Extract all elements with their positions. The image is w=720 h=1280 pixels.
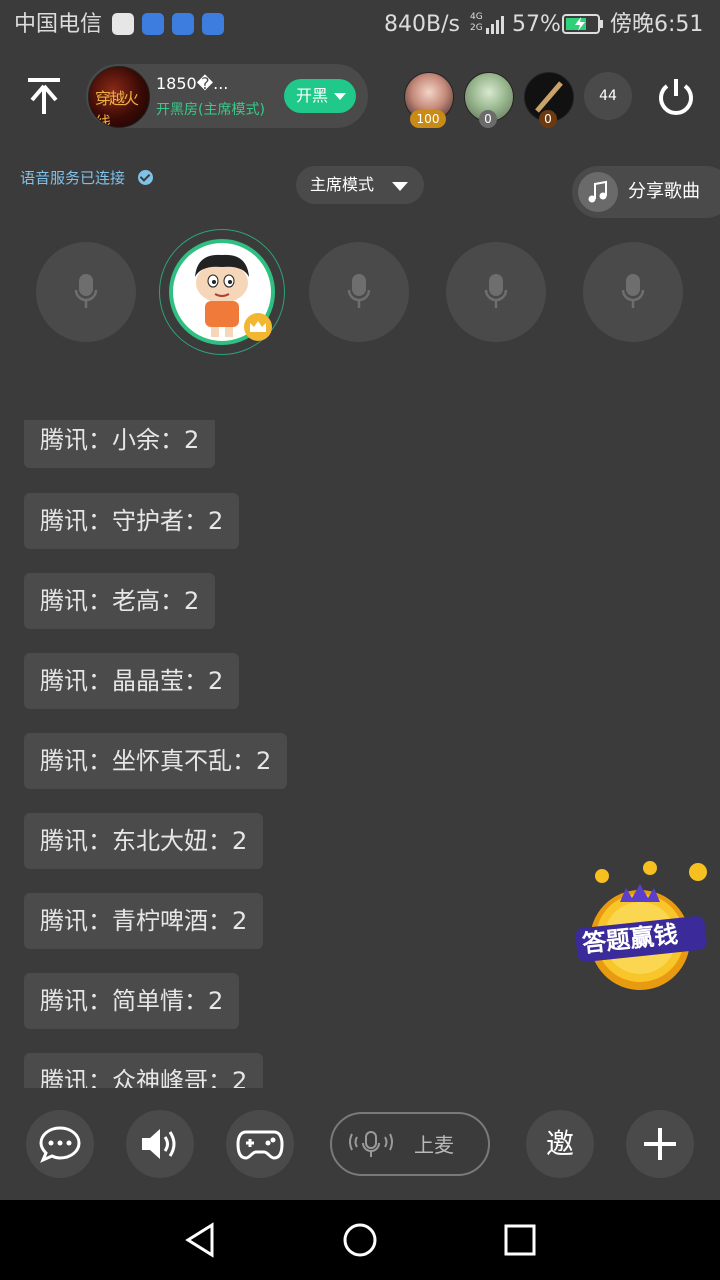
carrier-name: 中国电信: [14, 12, 103, 37]
game-button[interactable]: [226, 1110, 294, 1178]
baidu-paw-icon: [142, 13, 164, 35]
invite-button[interactable]: 邀: [526, 1110, 594, 1178]
speaker-icon: [142, 1129, 176, 1159]
baidu-paw-icon: [172, 13, 194, 35]
mic-seat[interactable]: [36, 242, 136, 342]
mic-seat[interactable]: [583, 242, 683, 342]
chat-message-text: 腾讯：小余：2: [40, 426, 200, 454]
check-icon: [138, 170, 153, 185]
quiz-win-money-button[interactable]: 答题赢钱: [566, 858, 716, 998]
chat-message: 腾讯：东北大妞：2: [24, 813, 264, 869]
audience-level-badge: 0: [479, 110, 497, 128]
chat-bubble-icon: [39, 1126, 81, 1163]
power-icon[interactable]: [656, 76, 696, 118]
microphone-icon: [349, 1131, 393, 1157]
speaker-button[interactable]: [126, 1110, 194, 1178]
recents-square-icon[interactable]: [504, 1224, 536, 1256]
chat-message: 腾讯：简单情：2: [24, 973, 240, 1029]
chat-button[interactable]: [26, 1110, 94, 1178]
chat-message-text: 腾讯：老高：2: [40, 587, 200, 615]
invite-label: 邀: [545, 1127, 574, 1160]
on-mic-button[interactable]: 上麦: [330, 1112, 490, 1176]
chevron-down-icon: [392, 182, 408, 191]
more-button[interactable]: [626, 1110, 694, 1178]
status-bar: 中国电信 840B/s 4G 2G 57% 傍晚6:51: [0, 0, 720, 50]
battery-percent: 57%: [512, 12, 561, 37]
plus-icon: [644, 1128, 676, 1160]
chat-message: 腾讯：坐怀真不乱：2: [24, 733, 288, 789]
back-triangle-icon[interactable]: [184, 1222, 216, 1258]
microphone-icon: [74, 274, 98, 308]
room-avatar[interactable]: 穿越火线: [88, 66, 150, 128]
clock: 傍晚6:51: [610, 12, 704, 37]
chat-message-text: 腾讯：众神峰哥：2: [40, 1067, 248, 1088]
on-mic-label: 上麦: [414, 1133, 454, 1157]
chat-message-text: 腾讯：东北大妞：2: [40, 827, 248, 855]
gamepad-icon: [236, 1130, 284, 1160]
navigation-bar: [0, 1200, 720, 1280]
network-type: 4G 2G: [470, 12, 483, 33]
chat-message-text: 腾讯：简单情：2: [40, 987, 224, 1015]
chat-message: 腾讯：守护者：2: [24, 493, 240, 549]
chat-message-text: 腾讯：守护者：2: [40, 507, 224, 535]
chevron-down-icon: [334, 93, 346, 100]
crown-icon: [244, 313, 272, 341]
mode-label: 主席模式: [310, 175, 375, 194]
audience-level-badge: 100: [410, 110, 446, 128]
mode-dropdown[interactable]: 主席模式: [296, 166, 424, 204]
share-song-button[interactable]: 分享歌曲: [572, 166, 720, 218]
open-dropdown-button[interactable]: 开黑: [284, 79, 356, 113]
mic-seat[interactable]: [446, 242, 546, 342]
chat-message-text: 腾讯：晶晶莹：2: [40, 667, 224, 695]
room-mode: 开黑房(主席模式): [156, 102, 265, 118]
baidu-paw-icon: [202, 13, 224, 35]
chat-message: 腾讯：小余：2: [24, 420, 216, 468]
share-label: 分享歌曲: [628, 181, 700, 202]
room-avatar-text: 穿越火线: [95, 89, 139, 128]
microphone-icon: [347, 274, 371, 308]
chat-message: 腾讯：众神峰哥：2: [24, 1053, 264, 1088]
app-notification-icon: [112, 13, 134, 35]
mic-seat[interactable]: [309, 242, 409, 342]
chat-message-text: 腾讯：青柠啤酒：2: [40, 907, 248, 935]
chat-message: 腾讯：青柠啤酒：2: [24, 893, 264, 949]
microphone-icon: [621, 274, 645, 308]
room-id: 1850�...: [156, 74, 229, 93]
chat-message-text: 腾讯：坐怀真不乱：2: [40, 747, 272, 775]
open-label: 开黑: [296, 86, 329, 105]
battery-icon: [562, 14, 603, 34]
microphone-icon: [484, 274, 508, 308]
voice-status: 语音服务已连接: [20, 169, 126, 187]
upload-icon[interactable]: [26, 76, 62, 116]
chat-message: 腾讯：晶晶莹：2: [24, 653, 240, 709]
audience-count[interactable]: 44: [584, 72, 632, 120]
network-speed: 840B/s: [384, 12, 460, 37]
signal-icon: [486, 16, 504, 34]
audience-level-badge: 0: [539, 110, 557, 128]
music-note-icon: [578, 172, 618, 212]
chat-message: 腾讯：老高：2: [24, 573, 216, 629]
home-circle-icon[interactable]: [342, 1222, 378, 1258]
